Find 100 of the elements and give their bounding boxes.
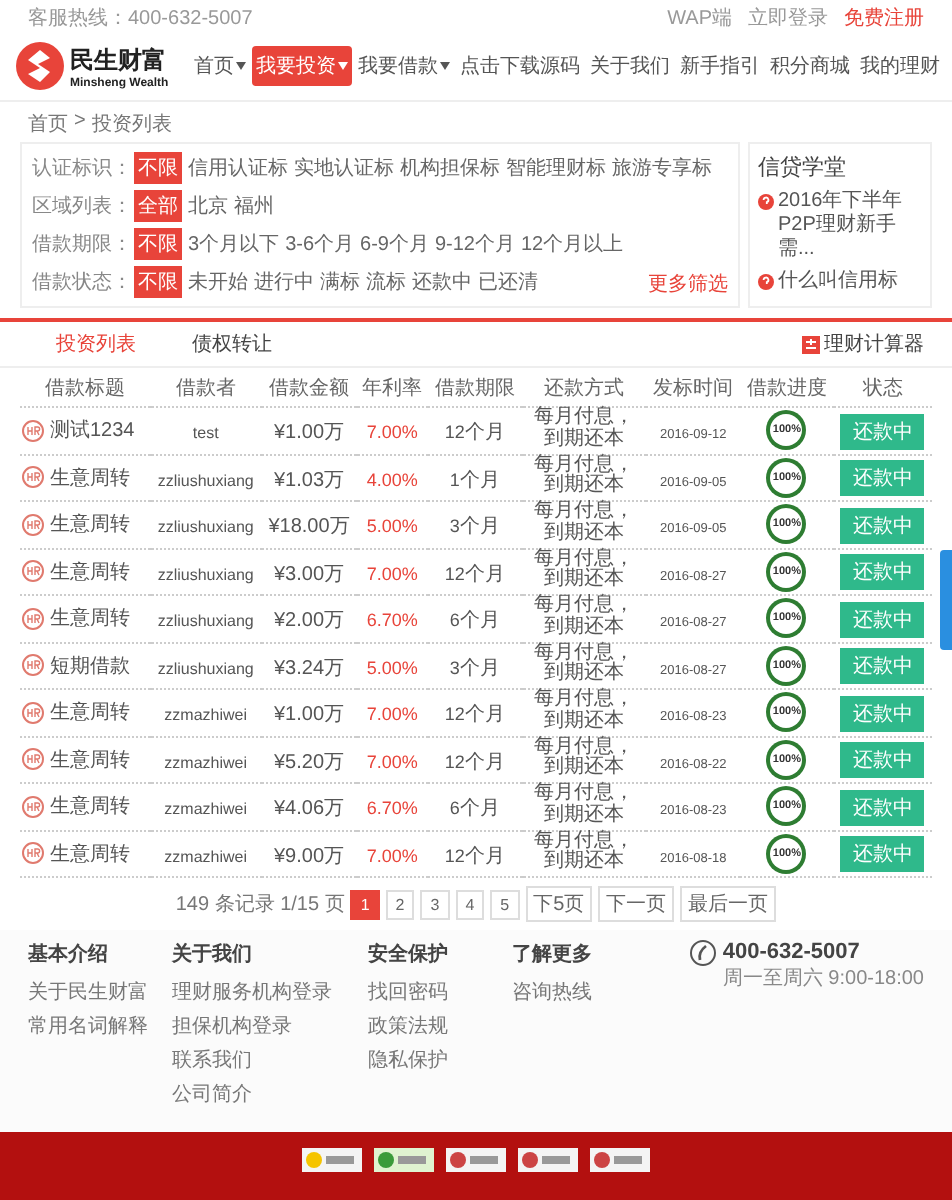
loan-term: 12 [444,704,465,725]
nav-item[interactable]: 我的理财 [856,46,944,86]
interest-rate: 7.00% [366,422,418,443]
loan-title[interactable]: 生意周转 [50,463,130,492]
nav-item[interactable]: 关于我们 [586,46,674,86]
term-unit: 个月 [464,845,505,868]
more-filters-link[interactable]: 更多筛选 [648,270,728,298]
filter-option[interactable]: 全部 [134,190,182,222]
term-unit: 个月 [464,422,505,445]
filter-option[interactable]: 不限 [134,266,182,298]
term-unit: 个月 [459,798,500,821]
top-link[interactable]: WAP端 [667,4,732,32]
nav-item[interactable]: 我要借款 [354,46,454,86]
filter-option[interactable]: 机构担保标 [400,152,500,184]
filter-option[interactable]: 不限 [134,152,182,184]
repayment-method: 每月付息，到期还本 [531,690,636,732]
column-header: 发标时间 [646,370,741,407]
interest-rate: 6.70% [366,610,418,631]
calculator-icon [802,335,820,353]
loan-amount: ¥1.03万 [273,469,345,492]
filter-option[interactable]: 北京 [188,190,228,222]
interest-rate: 7.00% [366,845,418,866]
filter-option[interactable]: 福州 [234,190,274,222]
hr-badge-icon [22,466,44,489]
breadcrumb-separator: > [74,110,86,136]
footer-link[interactable]: 理财服务机构登录 [172,978,340,1006]
page-button[interactable]: 4 [455,889,485,919]
filter-option[interactable]: 未开始 [188,266,248,298]
interest-rate: 5.00% [366,657,418,678]
filter-option[interactable]: 信用认证标 [188,152,288,184]
loan-term: 6 [449,610,460,631]
tab[interactable]: 债权转让 [164,326,300,362]
filter-option[interactable]: 3个月以下 [188,228,280,260]
filter-option[interactable]: 智能理财标 [506,152,606,184]
page-link[interactable]: 下一页 [598,886,675,922]
loan-title[interactable]: 生意周转 [50,839,130,868]
footer-link[interactable]: 隐私保护 [368,1046,484,1074]
filter-option[interactable]: 流标 [366,266,406,298]
repayment-method: 每月付息，到期还本 [531,502,636,544]
footer-link[interactable]: 找回密码 [368,978,484,1006]
column-header: 状态 [833,370,932,407]
article-link[interactable]: 2016年下半年P2P理财新手需... [758,190,922,262]
filter-option[interactable]: 还款中 [412,266,472,298]
loan-title[interactable]: 测试1234 [50,416,135,445]
top-link[interactable]: 立即登录 [748,4,828,32]
nav-item[interactable]: 我要投资 [252,46,352,86]
top-link[interactable]: 免费注册 [844,4,924,32]
filter-option[interactable]: 满标 [320,266,360,298]
trust-badge-icon [302,1148,362,1172]
filter-option[interactable]: 3-6个月 [285,228,355,260]
loan-title[interactable]: 生意周转 [50,792,130,821]
footer-link[interactable]: 常用名词解释 [28,1012,144,1040]
logo-name: 民生财富 [70,43,168,77]
hr-badge-icon [22,748,44,771]
page-button[interactable]: 3 [420,889,450,919]
loan-title[interactable]: 生意周转 [50,557,130,586]
calculator-link[interactable]: 理财计算器 [802,330,924,358]
breadcrumb-link[interactable]: 投资列表 [91,110,172,138]
page-link[interactable]: 最后一页 [680,886,777,922]
footer-link[interactable]: 担保机构登录 [172,1012,340,1040]
loan-amount: ¥4.06万 [273,798,345,821]
borrower-name: zzliushuxiang [157,518,254,537]
footer-link[interactable]: 联系我们 [172,1046,340,1074]
breadcrumb-link[interactable]: 首页 [28,110,68,138]
nav-item[interactable]: 积分商城 [766,46,854,86]
loan-title[interactable]: 生意周转 [50,510,130,539]
filter-option[interactable]: 旅游专享标 [612,152,712,184]
loan-title[interactable]: 短期借款 [50,651,130,680]
filter-option[interactable]: 9-12个月 [434,228,515,260]
filter-option[interactable]: 已还清 [478,266,538,298]
loan-term: 3 [449,516,460,537]
filter-option[interactable]: 不限 [134,228,182,260]
service-hours: 周一至周六 9:00-18:00 [722,965,924,992]
footer-link[interactable]: 公司简介 [172,1080,340,1108]
loan-amount: ¥1.00万 [273,422,345,445]
loan-title[interactable]: 生意周转 [50,745,130,774]
footer-link[interactable]: 关于民生财富 [28,978,144,1006]
footer-link[interactable]: 咨询热线 [512,978,628,1006]
trust-badge-icon [446,1148,506,1172]
nav-item[interactable]: 首页 [190,46,250,86]
filter-option[interactable]: 12个月以上 [520,228,624,260]
side-tab[interactable] [940,550,952,650]
loan-title[interactable]: 生意周转 [50,698,130,727]
article-link[interactable]: 什么叫信用标 [758,270,922,294]
nav-item[interactable]: 点击下载源码 [456,46,584,86]
loan-term: 6 [449,798,460,819]
page-button[interactable]: 2 [385,889,415,919]
page-button[interactable]: 1 [350,889,380,919]
loan-title[interactable]: 生意周转 [50,604,130,633]
hr-badge-icon [22,513,44,536]
loan-amount: ¥3.00万 [273,563,345,586]
nav-item[interactable]: 新手指引 [676,46,764,86]
filter-option[interactable]: 6-9个月 [360,228,429,260]
hr-badge-icon [22,419,44,442]
filter-option[interactable]: 进行中 [254,266,314,298]
page-button[interactable]: 5 [490,889,520,919]
filter-option[interactable]: 实地认证标 [294,152,394,184]
page-link[interactable]: 下5页 [525,886,593,922]
repayment-method: 每月付息，到期还本 [531,831,636,873]
footer-link[interactable]: 政策法规 [368,1012,484,1040]
